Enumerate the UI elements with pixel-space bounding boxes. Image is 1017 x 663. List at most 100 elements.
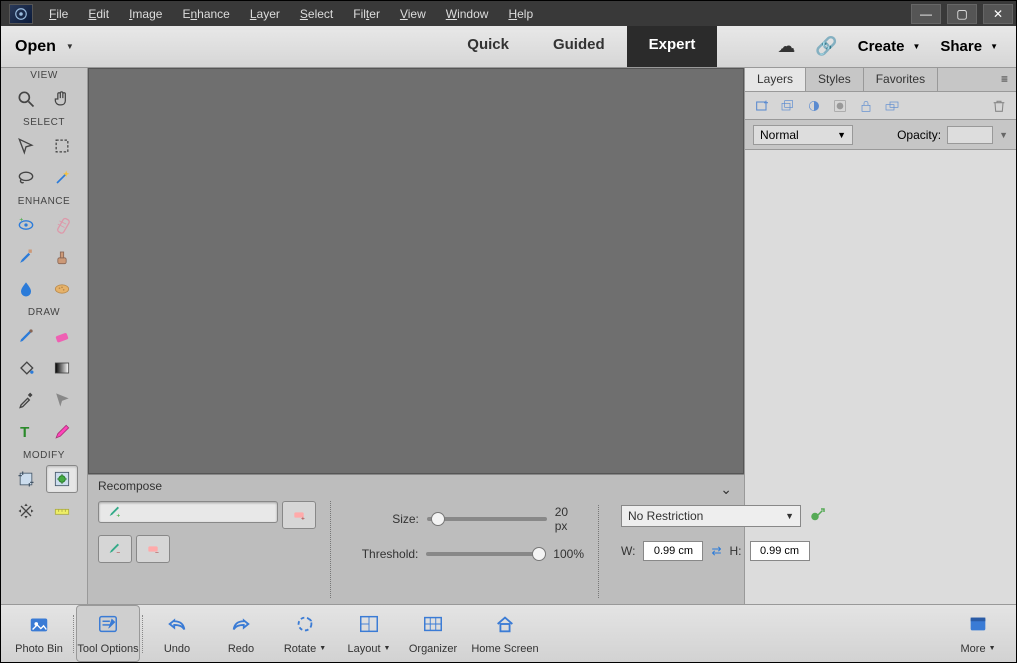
- eraser-tool[interactable]: [46, 322, 78, 350]
- crop-tool[interactable]: [10, 465, 42, 493]
- svg-text:+: +: [116, 512, 120, 519]
- delete-layer-icon[interactable]: [990, 97, 1008, 115]
- title-bar: File Edit Image Enhance Layer Select Fil…: [1, 1, 1016, 26]
- height-input[interactable]: [750, 541, 810, 561]
- tab-layers[interactable]: Layers: [745, 68, 806, 91]
- hand-tool[interactable]: [46, 85, 78, 113]
- opacity-dropdown-icon[interactable]: ▼: [999, 130, 1008, 140]
- svg-text:+: +: [301, 515, 305, 522]
- blend-mode-dropdown[interactable]: Normal▼: [753, 125, 853, 145]
- toolbox-section-modify: MODIFY: [1, 448, 87, 463]
- taskbar: Photo Bin Tool Options Undo Redo Rotate▼…: [1, 604, 1016, 662]
- mode-quick[interactable]: Quick: [445, 26, 531, 67]
- redeye-tool[interactable]: +: [10, 211, 42, 239]
- tool-options-button[interactable]: Tool Options: [76, 605, 140, 662]
- type-tool[interactable]: T: [10, 418, 42, 446]
- size-value: 20 px: [555, 505, 584, 533]
- menu-image[interactable]: Image: [121, 3, 170, 25]
- recompose-tool[interactable]: [46, 465, 78, 493]
- marquee-tool[interactable]: [46, 132, 78, 160]
- layout-button[interactable]: Layout▼: [337, 605, 401, 662]
- menu-layer[interactable]: Layer: [242, 3, 288, 25]
- create-dropdown[interactable]: Create▼: [858, 38, 921, 55]
- canvas-area[interactable]: [88, 68, 744, 474]
- blur-tool[interactable]: [10, 275, 42, 303]
- mode-tabs: Quick Guided Expert: [445, 26, 717, 67]
- smart-brush-tool[interactable]: [10, 243, 42, 271]
- collapse-options-icon[interactable]: ⌄: [720, 481, 732, 498]
- organizer-button[interactable]: Organizer: [401, 605, 465, 662]
- open-dropdown[interactable]: Open ▼: [1, 38, 88, 56]
- preset-dropdown[interactable]: No Restriction▼: [621, 505, 801, 527]
- mode-bar: Open ▼ Quick Guided Expert ☁ 🔗 Create▼ S…: [1, 26, 1016, 68]
- photo-bin-icon: [26, 613, 52, 641]
- threshold-slider[interactable]: [426, 552, 545, 556]
- photo-bin-button[interactable]: Photo Bin: [7, 605, 71, 662]
- tab-styles[interactable]: Styles: [806, 68, 864, 91]
- toolbox-section-enhance: ENHANCE: [1, 194, 87, 209]
- panel-menu-icon[interactable]: ≡: [993, 68, 1016, 91]
- mark-protect-brush[interactable]: +: [98, 501, 278, 523]
- rotate-icon: [292, 613, 318, 641]
- lock-layer-icon[interactable]: [857, 97, 875, 115]
- open-label: Open: [15, 38, 56, 56]
- clone-stamp-tool[interactable]: [46, 243, 78, 271]
- tool-options-icon: [95, 613, 121, 641]
- swap-dimensions-icon[interactable]: ⇄: [711, 544, 721, 558]
- move-tool[interactable]: [10, 132, 42, 160]
- tab-favorites[interactable]: Favorites: [864, 68, 938, 91]
- layout-icon: [356, 613, 382, 641]
- pencil-tool[interactable]: [46, 418, 78, 446]
- gradient-tool[interactable]: [46, 354, 78, 382]
- erase-protect-brush[interactable]: −: [98, 535, 132, 563]
- app-logo: [9, 4, 33, 24]
- close-button[interactable]: ✕: [983, 4, 1013, 24]
- more-icon: [965, 613, 991, 641]
- new-layer-icon[interactable]: [753, 97, 771, 115]
- adjustment-layer-icon[interactable]: [805, 97, 823, 115]
- home-screen-button[interactable]: Home Screen: [465, 605, 545, 662]
- menu-enhance[interactable]: Enhance: [174, 3, 237, 25]
- rotate-button[interactable]: Rotate▼: [273, 605, 337, 662]
- mode-expert[interactable]: Expert: [627, 26, 718, 67]
- spot-heal-tool[interactable]: [46, 211, 78, 239]
- magic-wand-tool[interactable]: [46, 164, 78, 192]
- menu-file[interactable]: File: [41, 3, 76, 25]
- zoom-tool[interactable]: [10, 85, 42, 113]
- more-button[interactable]: More▼: [946, 605, 1010, 662]
- cloud-icon[interactable]: ☁: [777, 36, 795, 57]
- menu-edit[interactable]: Edit: [80, 3, 117, 25]
- layer-mask-icon[interactable]: [831, 97, 849, 115]
- toolbox-section-select: SELECT: [1, 115, 87, 130]
- mark-remove-brush[interactable]: +: [282, 501, 316, 529]
- menu-select[interactable]: Select: [292, 3, 341, 25]
- shape-tool[interactable]: [46, 386, 78, 414]
- maximize-button[interactable]: ▢: [947, 4, 977, 24]
- opacity-input[interactable]: [947, 126, 993, 144]
- straighten-tool[interactable]: [46, 497, 78, 525]
- paint-bucket-tool[interactable]: [10, 354, 42, 382]
- menu-window[interactable]: Window: [438, 3, 497, 25]
- erase-remove-brush[interactable]: −: [136, 535, 170, 563]
- tool-options-title: Recompose: [98, 479, 162, 493]
- content-aware-move-tool[interactable]: [10, 497, 42, 525]
- menu-filter[interactable]: Filter: [345, 3, 388, 25]
- eyedropper-tool[interactable]: [10, 386, 42, 414]
- width-input[interactable]: [643, 541, 703, 561]
- minimize-button[interactable]: —: [911, 4, 941, 24]
- new-group-icon[interactable]: [779, 97, 797, 115]
- size-slider[interactable]: [427, 517, 547, 521]
- recompose-help-icon[interactable]: [809, 506, 827, 527]
- share-dropdown[interactable]: Share▼: [940, 38, 998, 55]
- link-layers-icon[interactable]: [883, 97, 901, 115]
- brush-tool[interactable]: [10, 322, 42, 350]
- mode-guided[interactable]: Guided: [531, 26, 627, 67]
- dropdown-icon: ▼: [66, 42, 74, 51]
- menu-help[interactable]: Help: [500, 3, 541, 25]
- sponge-tool[interactable]: [46, 275, 78, 303]
- lasso-tool[interactable]: [10, 164, 42, 192]
- redo-button[interactable]: Redo: [209, 605, 273, 662]
- menu-view[interactable]: View: [392, 3, 434, 25]
- undo-button[interactable]: Undo: [145, 605, 209, 662]
- link-icon: 🔗: [815, 36, 837, 57]
